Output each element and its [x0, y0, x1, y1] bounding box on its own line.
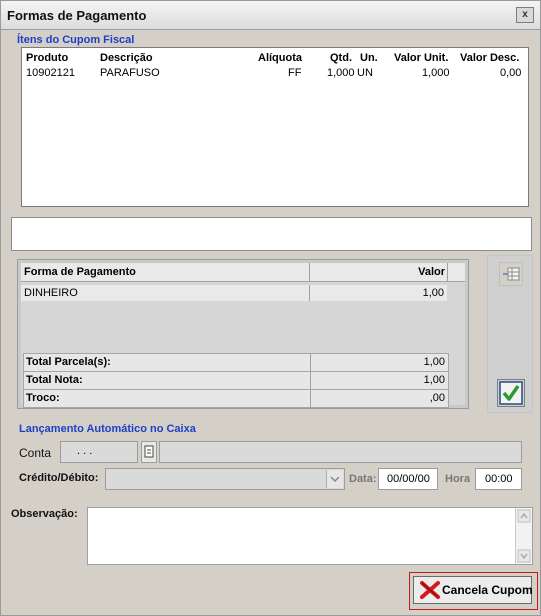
col-aliquota: Alíquota — [258, 52, 302, 64]
conta-value: . . . — [77, 445, 93, 457]
hora-value: 00:00 — [485, 473, 513, 485]
payment-window: Formas de Pagamento x Ítens do Cupom Fis… — [0, 0, 541, 616]
troco-row: Troco: ,00 — [23, 389, 449, 408]
confirm-button[interactable] — [497, 379, 525, 407]
column-divider — [447, 263, 448, 281]
cancel-label: Cancela Cupom — [442, 583, 533, 597]
payments-panel: Forma de Pagamento Valor DINHEIRO 1,00 T… — [17, 259, 469, 409]
close-button[interactable]: x — [516, 7, 534, 23]
credito-debito-label: Crédito/Débito: — [19, 472, 99, 484]
chevron-down-icon[interactable] — [326, 470, 343, 488]
payments-header: Forma de Pagamento Valor — [21, 263, 465, 282]
conta-label: Conta — [19, 446, 52, 460]
column-divider — [310, 390, 311, 407]
conta-description-field[interactable] — [159, 441, 522, 463]
check-icon — [499, 381, 523, 405]
title-bar: Formas de Pagamento x — [1, 1, 540, 30]
cell-aliquota: FF — [288, 67, 302, 79]
cell-descricao: PARAFUSO — [100, 67, 160, 79]
observacao-scrollbar[interactable] — [515, 508, 532, 564]
credito-debito-select[interactable] — [105, 468, 345, 490]
data-label: Data: — [349, 473, 377, 485]
col-produto: Produto — [26, 52, 69, 64]
troco-value: ,00 — [429, 392, 445, 404]
items-group-title: Ítens do Cupom Fiscal — [17, 34, 135, 46]
lancamento-title: Lançamento Automático no Caixa — [19, 423, 196, 435]
col-qtd: Qtd. — [330, 52, 352, 64]
column-divider — [310, 354, 311, 371]
cell-valor-unit: 1,000 — [422, 67, 450, 79]
observacao-label: Observação: — [11, 508, 78, 520]
red-x-icon — [420, 581, 440, 599]
observacao-textarea[interactable] — [87, 507, 533, 565]
col-forma: Forma de Pagamento — [24, 266, 136, 278]
message-bar — [11, 217, 532, 251]
total-parcelas-label: Total Parcela(s): — [26, 356, 111, 368]
total-parcelas-value: 1,00 — [423, 356, 445, 368]
troco-label: Troco: — [26, 392, 60, 404]
column-divider — [309, 285, 310, 301]
table-row[interactable]: 10902121 PARAFUSO FF 1,000 UN 1,000 0,00 — [22, 67, 528, 81]
total-nota-label: Total Nota: — [26, 374, 83, 386]
grid-button[interactable] — [499, 262, 523, 286]
total-nota-row: Total Nota: 1,00 — [23, 371, 449, 390]
col-valor-desc: Valor Desc. — [460, 52, 520, 64]
cell-produto: 10902121 — [26, 67, 75, 79]
total-parcelas-row: Total Parcela(s): 1,00 — [23, 353, 449, 372]
cell-valor: 1,00 — [422, 287, 444, 299]
cell-qtd: 1,000 — [327, 67, 355, 79]
lookup-icon — [144, 445, 154, 458]
col-valor: Valor — [418, 266, 445, 278]
col-un: Un. — [360, 52, 378, 64]
cell-forma: DINHEIRO — [24, 287, 78, 299]
data-field[interactable]: 00/00/00 — [378, 468, 438, 490]
cancel-button-frame: Cancela Cupom — [409, 572, 538, 610]
cell-valor-desc: 0,00 — [500, 67, 522, 79]
column-divider — [310, 372, 311, 389]
table-row[interactable]: DINHEIRO 1,00 — [21, 285, 447, 301]
hora-field[interactable]: 00:00 — [475, 468, 522, 490]
window-title: Formas de Pagamento — [7, 8, 147, 23]
total-nota-value: 1,00 — [423, 374, 445, 386]
col-descricao: Descrição — [100, 52, 153, 64]
cancel-cupom-button[interactable]: Cancela Cupom — [413, 576, 533, 604]
column-divider — [309, 263, 310, 281]
hora-label: Hora — [445, 473, 471, 485]
conta-lookup-button[interactable] — [141, 441, 157, 463]
conta-field[interactable]: . . . — [60, 441, 138, 463]
grid-icon — [503, 267, 520, 281]
data-value: 00/00/00 — [387, 473, 430, 485]
cell-un: UN — [357, 67, 373, 79]
payments-grid[interactable]: Forma de Pagamento Valor DINHEIRO 1,00 T… — [21, 263, 465, 408]
col-valor-unit: Valor Unit. — [394, 52, 449, 64]
items-header: Produto Descrição Alíquota Qtd. Un. Valo… — [22, 52, 528, 66]
items-list[interactable]: Produto Descrição Alíquota Qtd. Un. Valo… — [21, 47, 529, 207]
